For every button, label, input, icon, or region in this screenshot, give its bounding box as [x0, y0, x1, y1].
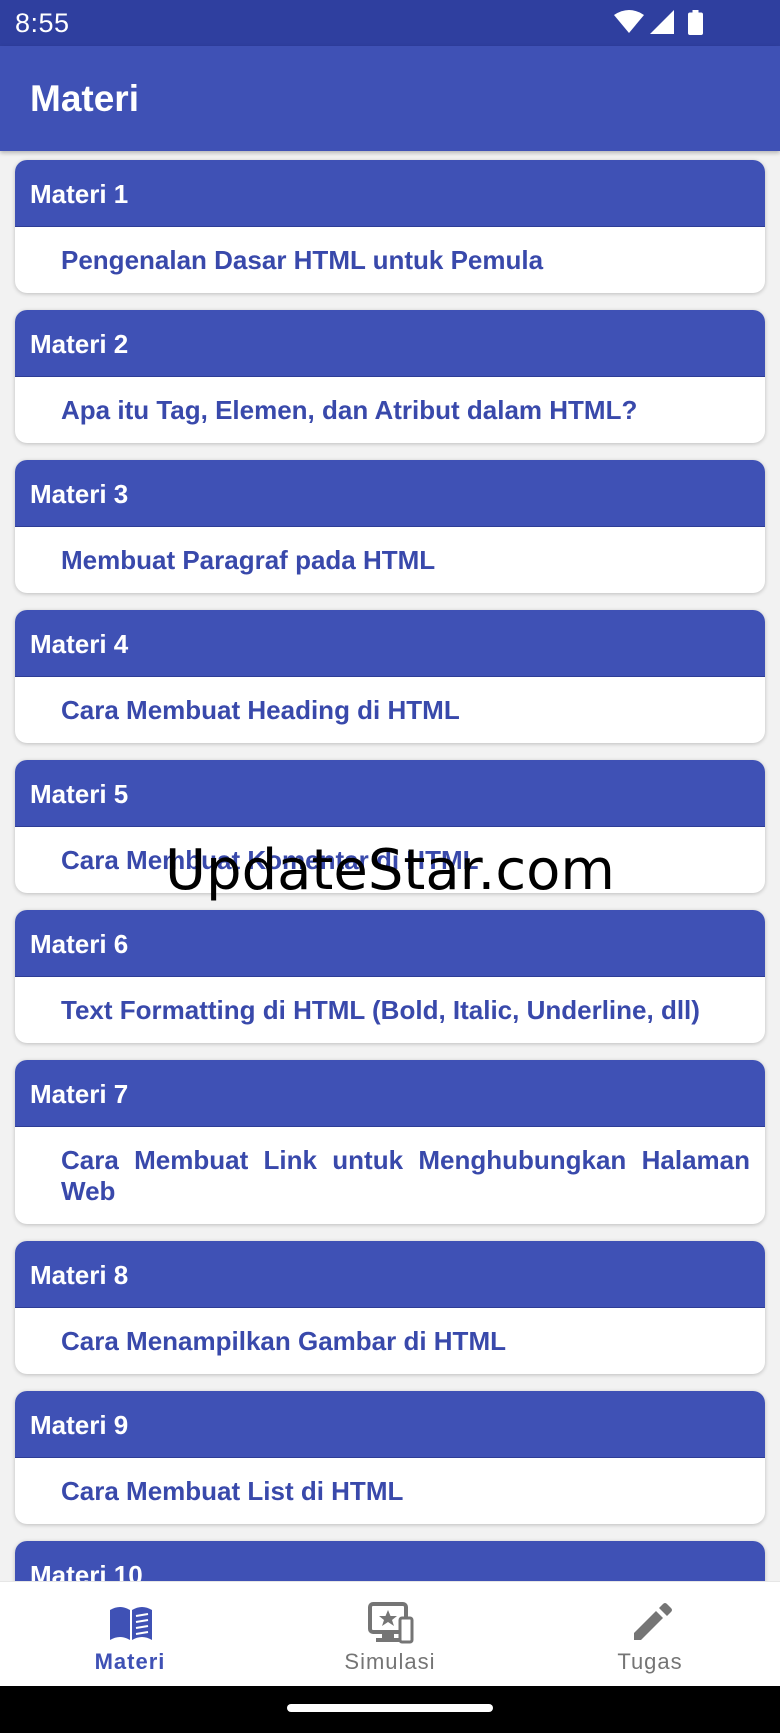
- nav-label: Simulasi: [344, 1649, 436, 1674]
- card-title: Cara Membuat Link untuk Menghubungkan Ha…: [61, 1145, 750, 1206]
- nav-label: Materi: [94, 1649, 166, 1674]
- nav-item-tugas[interactable]: Tugas: [520, 1582, 780, 1687]
- app-bar: Materi: [0, 46, 780, 151]
- page-title: Materi: [30, 78, 139, 119]
- monitor-star-icon: [368, 1602, 414, 1644]
- wifi-icon: [614, 10, 644, 33]
- card-header: Materi 9: [15, 1391, 765, 1458]
- materi-card-5[interactable]: Materi 5 Cara Membuat Komentar di HTML: [15, 760, 765, 893]
- card-title: Cara Membuat List di HTML: [61, 1476, 404, 1506]
- materi-card-2[interactable]: Materi 2 Apa itu Tag, Elemen, dan Atribu…: [15, 310, 765, 443]
- card-title: Apa itu Tag, Elemen, dan Atribut dalam H…: [61, 395, 638, 425]
- materi-card-10[interactable]: Materi 10: [15, 1541, 765, 1581]
- card-header: Materi 8: [15, 1241, 765, 1308]
- materi-card-7[interactable]: Materi 7 Cara Membuat Link untuk Menghub…: [15, 1060, 765, 1224]
- card-header: Materi 1: [15, 160, 765, 227]
- card-header: Materi 7: [15, 1060, 765, 1127]
- materi-card-9[interactable]: Materi 9 Cara Membuat List di HTML: [15, 1391, 765, 1524]
- materi-card-3[interactable]: Materi 3 Membuat Paragraf pada HTML: [15, 460, 765, 593]
- card-header: Materi 3: [15, 460, 765, 527]
- materi-card-1[interactable]: Materi 1 Pengenalan Dasar HTML untuk Pem…: [15, 160, 765, 293]
- home-gesture-handle[interactable]: [287, 1704, 493, 1712]
- card-header: Materi 5: [15, 760, 765, 827]
- materi-list[interactable]: Materi 1 Pengenalan Dasar HTML untuk Pem…: [0, 151, 780, 1581]
- card-title: Membuat Paragraf pada HTML: [61, 545, 436, 575]
- materi-card-8[interactable]: Materi 8 Cara Menampilkan Gambar di HTML: [15, 1241, 765, 1374]
- card-title: Cara Membuat Heading di HTML: [61, 695, 460, 725]
- bottom-navigation: Materi Simulasi Tugas: [0, 1581, 780, 1687]
- materi-card-4[interactable]: Materi 4 Cara Membuat Heading di HTML: [15, 610, 765, 743]
- gesture-bar: [0, 1686, 780, 1733]
- status-bar: 8:55: [0, 0, 780, 46]
- nav-item-simulasi[interactable]: Simulasi: [260, 1582, 520, 1687]
- card-header: Materi 4: [15, 610, 765, 677]
- signal-icon: [650, 10, 674, 34]
- pencil-icon: [634, 1603, 672, 1640]
- nav-label: Tugas: [617, 1649, 683, 1674]
- card-title: Text Formatting di HTML (Bold, Italic, U…: [61, 995, 700, 1025]
- card-title: Cara Membuat Komentar di HTML: [61, 845, 479, 875]
- battery-icon: [688, 10, 703, 35]
- book-icon: [110, 1607, 152, 1640]
- card-header: Materi 6: [15, 910, 765, 977]
- card-header: Materi 10: [15, 1541, 765, 1581]
- status-time: 8:55: [15, 8, 70, 38]
- materi-card-6[interactable]: Materi 6 Text Formatting di HTML (Bold, …: [15, 910, 765, 1043]
- card-title: Pengenalan Dasar HTML untuk Pemula: [61, 245, 544, 275]
- card-header: Materi 2: [15, 310, 765, 377]
- nav-item-materi[interactable]: Materi: [0, 1582, 260, 1687]
- card-title: Cara Menampilkan Gambar di HTML: [61, 1326, 506, 1356]
